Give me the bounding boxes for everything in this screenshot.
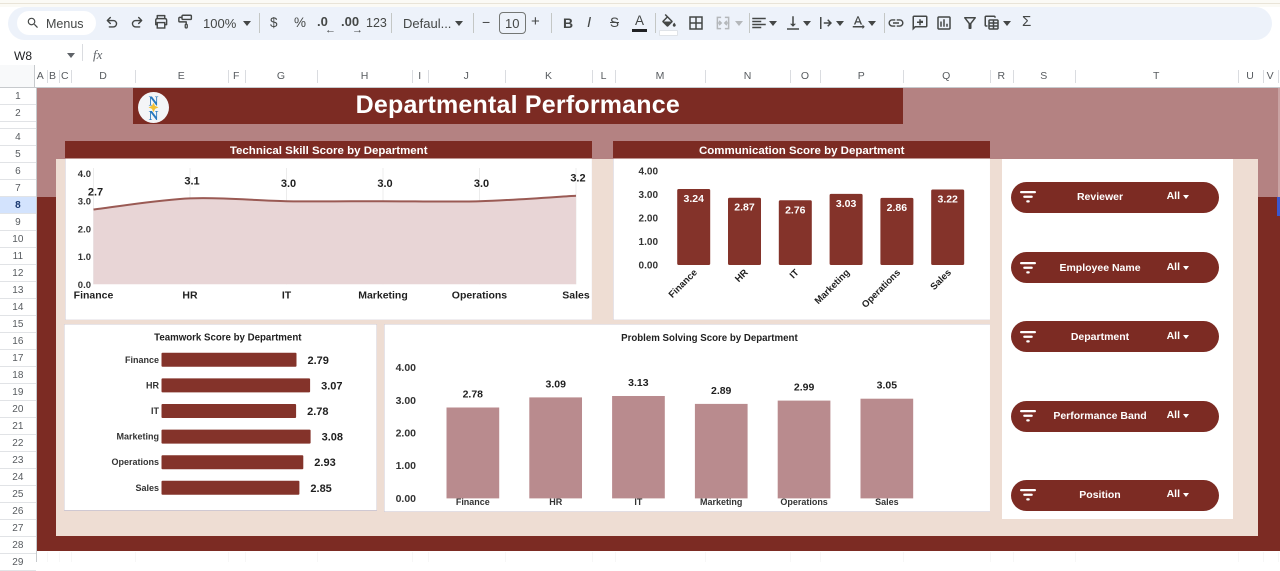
svg-text:2.99: 2.99 [794, 382, 815, 393]
svg-text:3.07: 3.07 [321, 381, 342, 393]
svg-text:Sales: Sales [562, 290, 590, 301]
svg-text:3.24: 3.24 [683, 194, 704, 205]
svg-text:4.0: 4.0 [78, 169, 91, 180]
svg-text:Problem Solving Score by Depar: Problem Solving Score by Department [621, 333, 798, 344]
svg-text:IT: IT [282, 290, 292, 301]
svg-text:2.86: 2.86 [887, 203, 908, 214]
svg-text:Marketing: Marketing [700, 497, 742, 507]
svg-text:2.85: 2.85 [311, 483, 332, 495]
svg-text:IT: IT [634, 497, 642, 507]
svg-text:2.0: 2.0 [78, 224, 91, 235]
svg-text:1.00: 1.00 [638, 237, 658, 248]
svg-text:HR: HR [549, 497, 562, 507]
svg-text:3.0: 3.0 [474, 178, 489, 190]
svg-text:4.00: 4.00 [638, 167, 658, 178]
svg-text:2.00: 2.00 [638, 214, 658, 225]
svg-text:N: N [149, 108, 159, 123]
svg-text:0.0: 0.0 [78, 280, 91, 291]
svg-text:Operations: Operations [780, 497, 827, 507]
svg-text:3.13: 3.13 [628, 378, 649, 389]
svg-text:3.09: 3.09 [545, 379, 566, 390]
svg-text:2.78: 2.78 [307, 406, 328, 418]
svg-text:Teamwork Score by Department: Teamwork Score by Department [154, 333, 302, 344]
svg-text:3.00: 3.00 [395, 396, 416, 407]
svg-text:Finance: Finance [74, 290, 114, 301]
svg-text:2.00: 2.00 [395, 428, 416, 439]
svg-text:Operations: Operations [452, 290, 508, 301]
svg-text:1.00: 1.00 [395, 461, 416, 472]
svg-text:HR: HR [146, 381, 159, 391]
svg-text:Sales: Sales [875, 497, 898, 507]
svg-text:HR: HR [182, 290, 198, 301]
svg-text:Marketing: Marketing [358, 290, 408, 301]
svg-text:3.00: 3.00 [638, 190, 658, 201]
svg-text:2.93: 2.93 [314, 457, 335, 469]
svg-text:Sales: Sales [136, 483, 160, 493]
svg-text:3.08: 3.08 [322, 432, 343, 444]
svg-text:Finance: Finance [456, 497, 490, 507]
svg-text:3.05: 3.05 [876, 380, 897, 391]
svg-text:2.76: 2.76 [785, 205, 806, 216]
svg-text:Marketing: Marketing [117, 432, 160, 442]
svg-text:1.0: 1.0 [78, 252, 91, 263]
svg-text:3.1: 3.1 [184, 175, 199, 187]
svg-text:2.87: 2.87 [734, 203, 755, 214]
svg-text:Communication Score by Departm: Communication Score by Department [699, 145, 905, 157]
svg-text:3.03: 3.03 [836, 199, 857, 210]
svg-text:Finance: Finance [125, 355, 159, 365]
svg-text:4.00: 4.00 [395, 363, 416, 374]
svg-text:Technical Skill Score by Depar: Technical Skill Score by Department [230, 145, 428, 157]
svg-text:3.22: 3.22 [937, 194, 958, 205]
svg-text:2.89: 2.89 [711, 386, 732, 397]
svg-text:Operations: Operations [112, 457, 160, 467]
svg-text:IT: IT [151, 406, 160, 416]
svg-text:2.79: 2.79 [308, 355, 329, 367]
svg-text:0.00: 0.00 [395, 494, 416, 505]
svg-text:0.00: 0.00 [638, 260, 658, 271]
svg-text:3.0: 3.0 [281, 178, 296, 190]
svg-text:3.0: 3.0 [377, 178, 392, 190]
svg-text:3.2: 3.2 [570, 173, 585, 185]
svg-text:2.7: 2.7 [88, 186, 103, 198]
svg-text:2.78: 2.78 [462, 389, 483, 400]
